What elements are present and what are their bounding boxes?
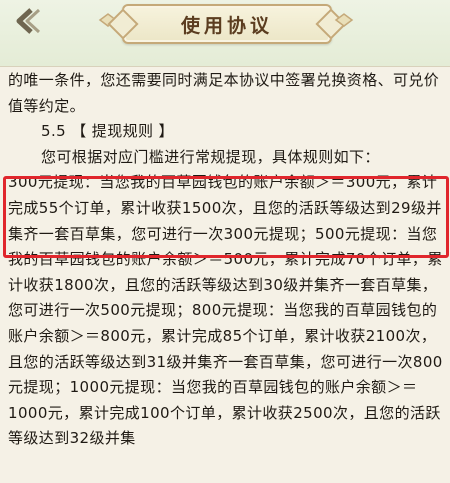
section-heading: 5.5 【 提现规则 】	[41, 122, 174, 141]
rules-intro: 您可根据对应门槛进行常规提现，具体规则如下：	[41, 147, 380, 166]
agreement-content: 的唯一条件，您还需要同时满足本协议中签署兑换资格、可兑价值等约定。 5.5 【 …	[8, 68, 444, 452]
right-ornament-icon	[334, 13, 354, 27]
header-bar: 使用协议	[0, 0, 450, 67]
highlight-box	[3, 176, 449, 258]
back-arrow-icon	[16, 8, 41, 34]
title-plaque: 使用协议	[107, 4, 347, 44]
back-button[interactable]	[8, 6, 44, 36]
page-title: 使用协议	[180, 14, 273, 37]
paragraph-tail: 的唯一条件，您还需要同时满足本协议中签署兑换资格、可兑价值等约定。	[8, 71, 440, 115]
rule-1000: 1000元提现：当您我的百草园钱包的账户余额＞＝1000元，累计完成100个订单…	[8, 378, 441, 448]
